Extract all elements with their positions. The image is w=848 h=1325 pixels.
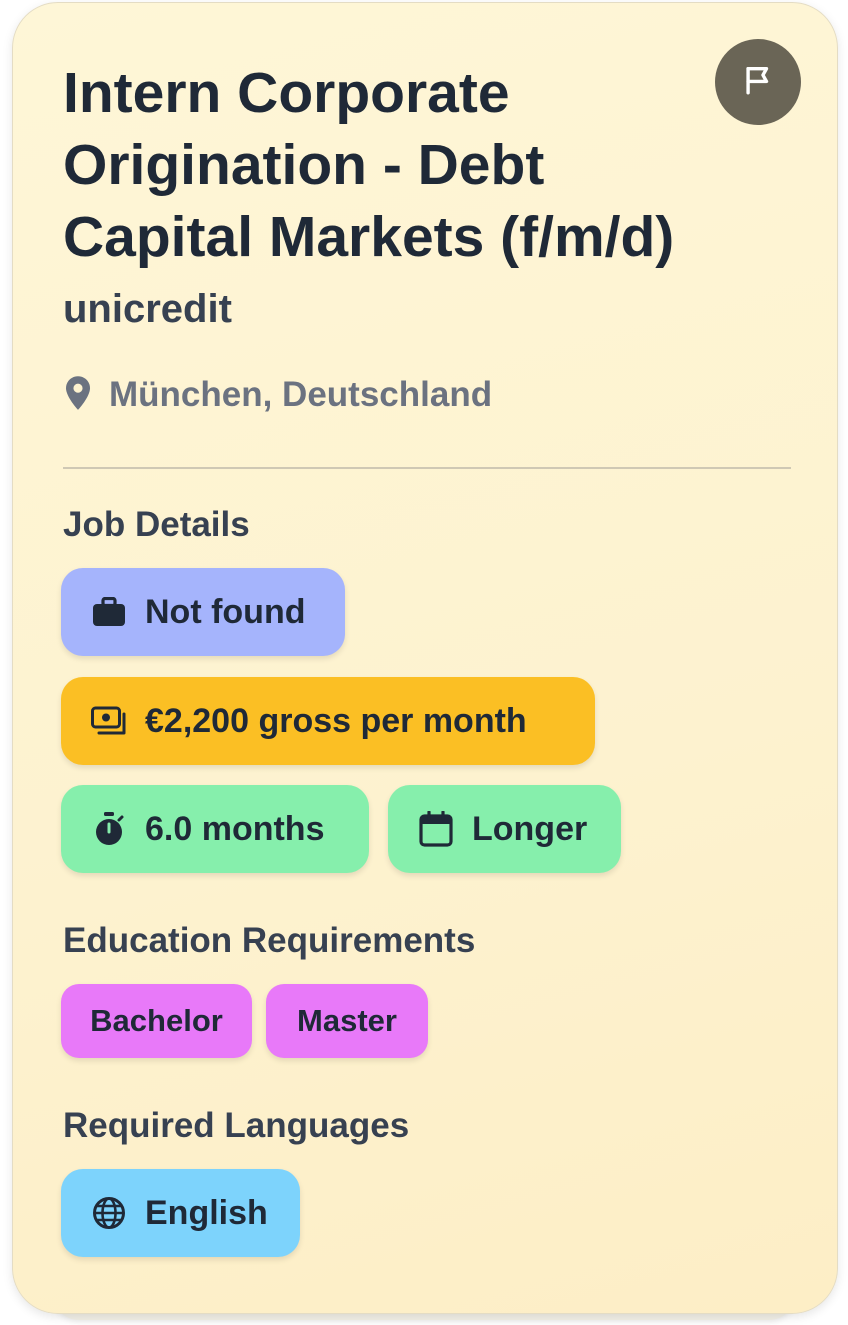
location-text: München, Deutschland — [109, 375, 493, 414]
start-chip: Longer — [388, 785, 621, 873]
money-icon — [91, 703, 127, 739]
job-location: München, Deutschland — [63, 369, 492, 421]
briefcase-icon — [91, 594, 127, 630]
duration-chip: 6.0 months — [61, 785, 369, 873]
stopwatch-icon — [91, 811, 127, 847]
map-pin-icon — [63, 375, 93, 416]
education-chip-master: Master — [266, 984, 428, 1058]
start-label: Longer — [472, 809, 588, 848]
company-name: unicredit — [63, 287, 232, 331]
flag-icon — [741, 63, 775, 102]
calendar-icon — [418, 811, 454, 847]
language-chip-english: English — [61, 1169, 300, 1257]
salary-label: €2,200 gross per month — [145, 701, 527, 740]
duration-label: 6.0 months — [145, 809, 325, 848]
salary-chip: €2,200 gross per month — [61, 677, 595, 765]
work-type-label: Not found — [145, 592, 306, 631]
job-card[interactable]: Intern Corporate Origination - Debt Capi… — [12, 2, 838, 1314]
languages-heading: Required Languages — [63, 1106, 410, 1145]
job-details-heading: Job Details — [63, 505, 250, 544]
report-flag-button[interactable] — [715, 39, 801, 125]
language-label: English — [145, 1193, 268, 1232]
education-chip-bachelor: Bachelor — [61, 984, 252, 1058]
education-heading: Education Requirements — [63, 921, 476, 960]
job-title: Intern Corporate Origination - Debt Capi… — [63, 61, 675, 269]
work-type-chip: Not found — [61, 568, 345, 656]
divider — [63, 467, 791, 469]
globe-icon — [91, 1195, 127, 1231]
